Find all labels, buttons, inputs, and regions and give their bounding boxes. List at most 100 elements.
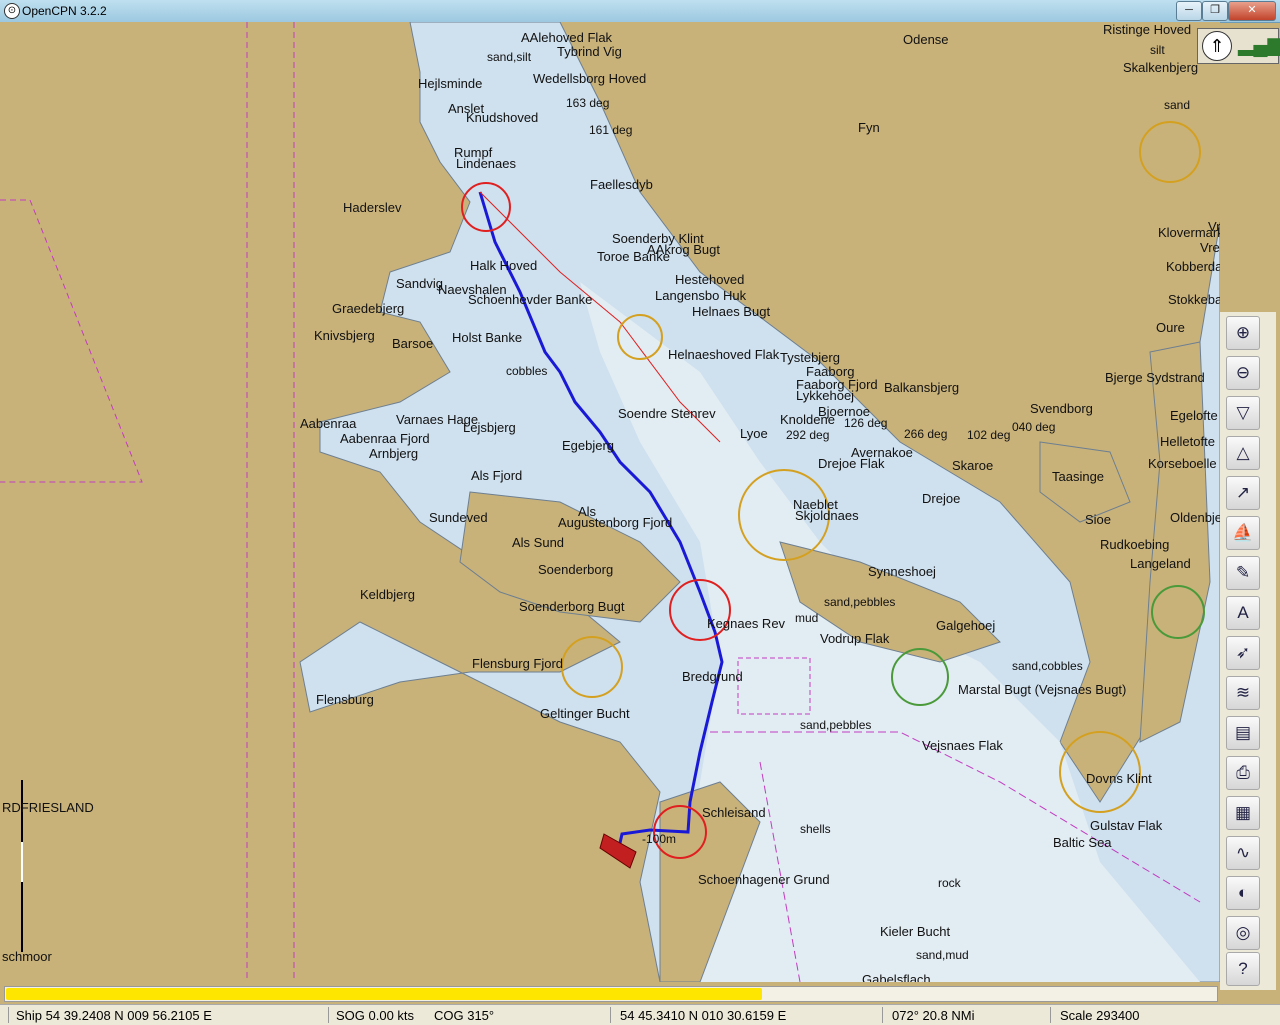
place-label: Stokkebakke <box>1168 292 1220 307</box>
place-label: Fyn <box>858 120 880 135</box>
place-label: AAlehoved Flak <box>521 30 613 45</box>
maximize-button[interactable]: ❐ <box>1202 1 1228 21</box>
place-label: Oure <box>1156 320 1185 335</box>
seabed-label: sand <box>1164 98 1191 112</box>
opencpn-app-icon: ⊙ <box>4 3 20 19</box>
place-label: Aabenraa <box>300 416 357 431</box>
close-button[interactable]: ✕ <box>1228 1 1276 21</box>
mob-button[interactable]: ◎ <box>1226 916 1260 950</box>
place-label: Hestehoved <box>675 272 745 287</box>
seabed-label: shells <box>800 822 831 836</box>
bearing-label: 163 deg <box>566 96 610 110</box>
place-label: Flensburg <box>316 692 374 707</box>
place-label: Toroe Banke <box>597 249 670 264</box>
seabed-label: mud <box>795 611 819 625</box>
place-label: Dovns Klint <box>1086 771 1152 786</box>
place-label: Knivsbjerg <box>314 328 375 343</box>
place-label: Helletofte <box>1160 434 1215 449</box>
text-button[interactable]: A <box>1226 596 1260 630</box>
place-label: Lejsbjerg <box>463 420 516 435</box>
place-label: Knudshoved <box>466 110 539 125</box>
ship-position: Ship 54 39.2408 N 009 56.2105 E <box>16 1008 212 1023</box>
place-label: Wedellsborg Hoved <box>533 71 647 86</box>
place-label: Oldenbjerg <box>1170 510 1220 525</box>
place-label: Schleisand <box>702 805 766 820</box>
seabed-label: sand,cobbles <box>1012 659 1083 673</box>
seabed-label: cobbles <box>506 364 548 378</box>
tide-button[interactable]: ≋ <box>1226 676 1260 710</box>
settings-button[interactable]: ✎ <box>1226 556 1260 590</box>
follow-ship-button[interactable]: ⛵ <box>1226 516 1260 550</box>
cog-readout: COG 315° <box>434 1008 495 1023</box>
place-label: RDFRIESLAND <box>2 800 94 815</box>
title-bar: ⊙ OpenCPN 3.2.2 ─ ❐ ✕ <box>0 0 1280 23</box>
seabed-label: sand,pebbles <box>824 595 896 609</box>
color-scheme-button[interactable]: ▤ <box>1226 716 1260 750</box>
place-label: Rudkoebing <box>1100 537 1170 552</box>
track-button[interactable]: ∿ <box>1226 836 1260 870</box>
zoom-out-button[interactable]: ⊖ <box>1226 356 1260 390</box>
place-label: Gulstav Flak <box>1090 818 1163 833</box>
day-night-button[interactable]: ◐ <box>1226 876 1260 910</box>
place-label: Arnbjerg <box>369 446 419 461</box>
seabed-label: sand,silt <box>487 50 532 64</box>
bearing-label: 102 deg <box>967 428 1011 442</box>
place-label: Knoldene <box>780 412 835 427</box>
chart-canvas[interactable]: Odense Fyn Haderslev Aabenraa Aabenraa F… <box>0 22 1220 982</box>
place-label: Graedebjerg <box>332 301 405 316</box>
place-label: Helnaeshoved Flak <box>668 347 780 362</box>
place-label: Marstal Bugt (Vejsnaes Bugt) <box>958 682 1127 697</box>
place-label: Sioe <box>1085 512 1112 527</box>
route-button[interactable]: ↗ <box>1226 476 1260 510</box>
place-label: Naeblet <box>793 497 838 512</box>
place-label: Kobberdam <box>1166 259 1220 274</box>
place-label: Helnaes Bugt <box>692 304 771 319</box>
place-label: Als Fjord <box>471 468 523 483</box>
place-label: Drejoe Flak <box>818 456 885 471</box>
seabed-label: rock <box>938 876 961 890</box>
place-label: Bredgrund <box>682 669 743 684</box>
place-label: Skalkenbjerg <box>1123 60 1199 75</box>
place-label: Baltic Sea <box>1053 835 1112 850</box>
zoom-in-button[interactable]: ⊕ <box>1226 316 1260 350</box>
compass-widget[interactable]: ⇑ ▂▄▆ <box>1197 28 1280 64</box>
place-label: Halk Hoved <box>470 258 538 273</box>
place-label: Lyoe <box>740 426 768 441</box>
help-button[interactable]: ? <box>1226 952 1260 986</box>
place-label: Als Sund <box>512 535 565 550</box>
place-label: Soenderborg Bugt <box>519 599 625 614</box>
place-label: Synneshoej <box>868 564 936 579</box>
ship-icon <box>599 833 637 869</box>
place-label: Lykkehoej <box>796 388 855 403</box>
status-bar: Ship 54 39.2408 N 009 56.2105 E SOG 0.00… <box>0 1004 1280 1025</box>
place-label: Soenderborg <box>538 562 614 577</box>
place-label: Langeland <box>1130 556 1191 571</box>
place-label: Kieler Bucht <box>880 924 951 939</box>
gps-signal-icon: ▂▄▆ <box>1238 34 1280 56</box>
place-label: Faellesdyb <box>590 177 653 192</box>
scale-out-button[interactable]: △ <box>1226 436 1260 470</box>
print-button[interactable]: ⎙ <box>1226 756 1260 790</box>
place-label: Hejlsminde <box>418 76 483 91</box>
place-label: Haderslev <box>343 200 402 215</box>
seabed-label: sand,mud <box>916 948 969 962</box>
seabed-label: sand,pebbles <box>800 718 872 732</box>
current-button[interactable]: ➶ <box>1226 636 1260 670</box>
cursor-position: 54 45.3410 N 010 30.6159 E <box>620 1008 787 1023</box>
place-label: Barsoe <box>392 336 434 351</box>
compass-north-icon[interactable]: ⇑ <box>1202 31 1232 61</box>
chart-svg[interactable] <box>0 22 1220 982</box>
minimize-button[interactable]: ─ <box>1176 1 1202 21</box>
place-label: Egebjerg <box>562 438 615 453</box>
place-label: Schoenhagener Grund <box>698 872 830 887</box>
chart-load-progress <box>4 986 1218 1002</box>
place-label: Vresen N-Flak <box>1208 219 1220 234</box>
scale-in-button[interactable]: ▽ <box>1226 396 1260 430</box>
place-label: Bjerge Sydstrand <box>1105 370 1205 385</box>
seabed-label: silt <box>1150 43 1165 57</box>
place-label: Tystebjerg <box>780 350 840 365</box>
place-label: Svendborg <box>1030 401 1093 416</box>
place-label: schmoor <box>2 949 52 964</box>
route-manager-button[interactable]: ▦ <box>1226 796 1260 830</box>
place-label: Holst Banke <box>452 330 523 345</box>
